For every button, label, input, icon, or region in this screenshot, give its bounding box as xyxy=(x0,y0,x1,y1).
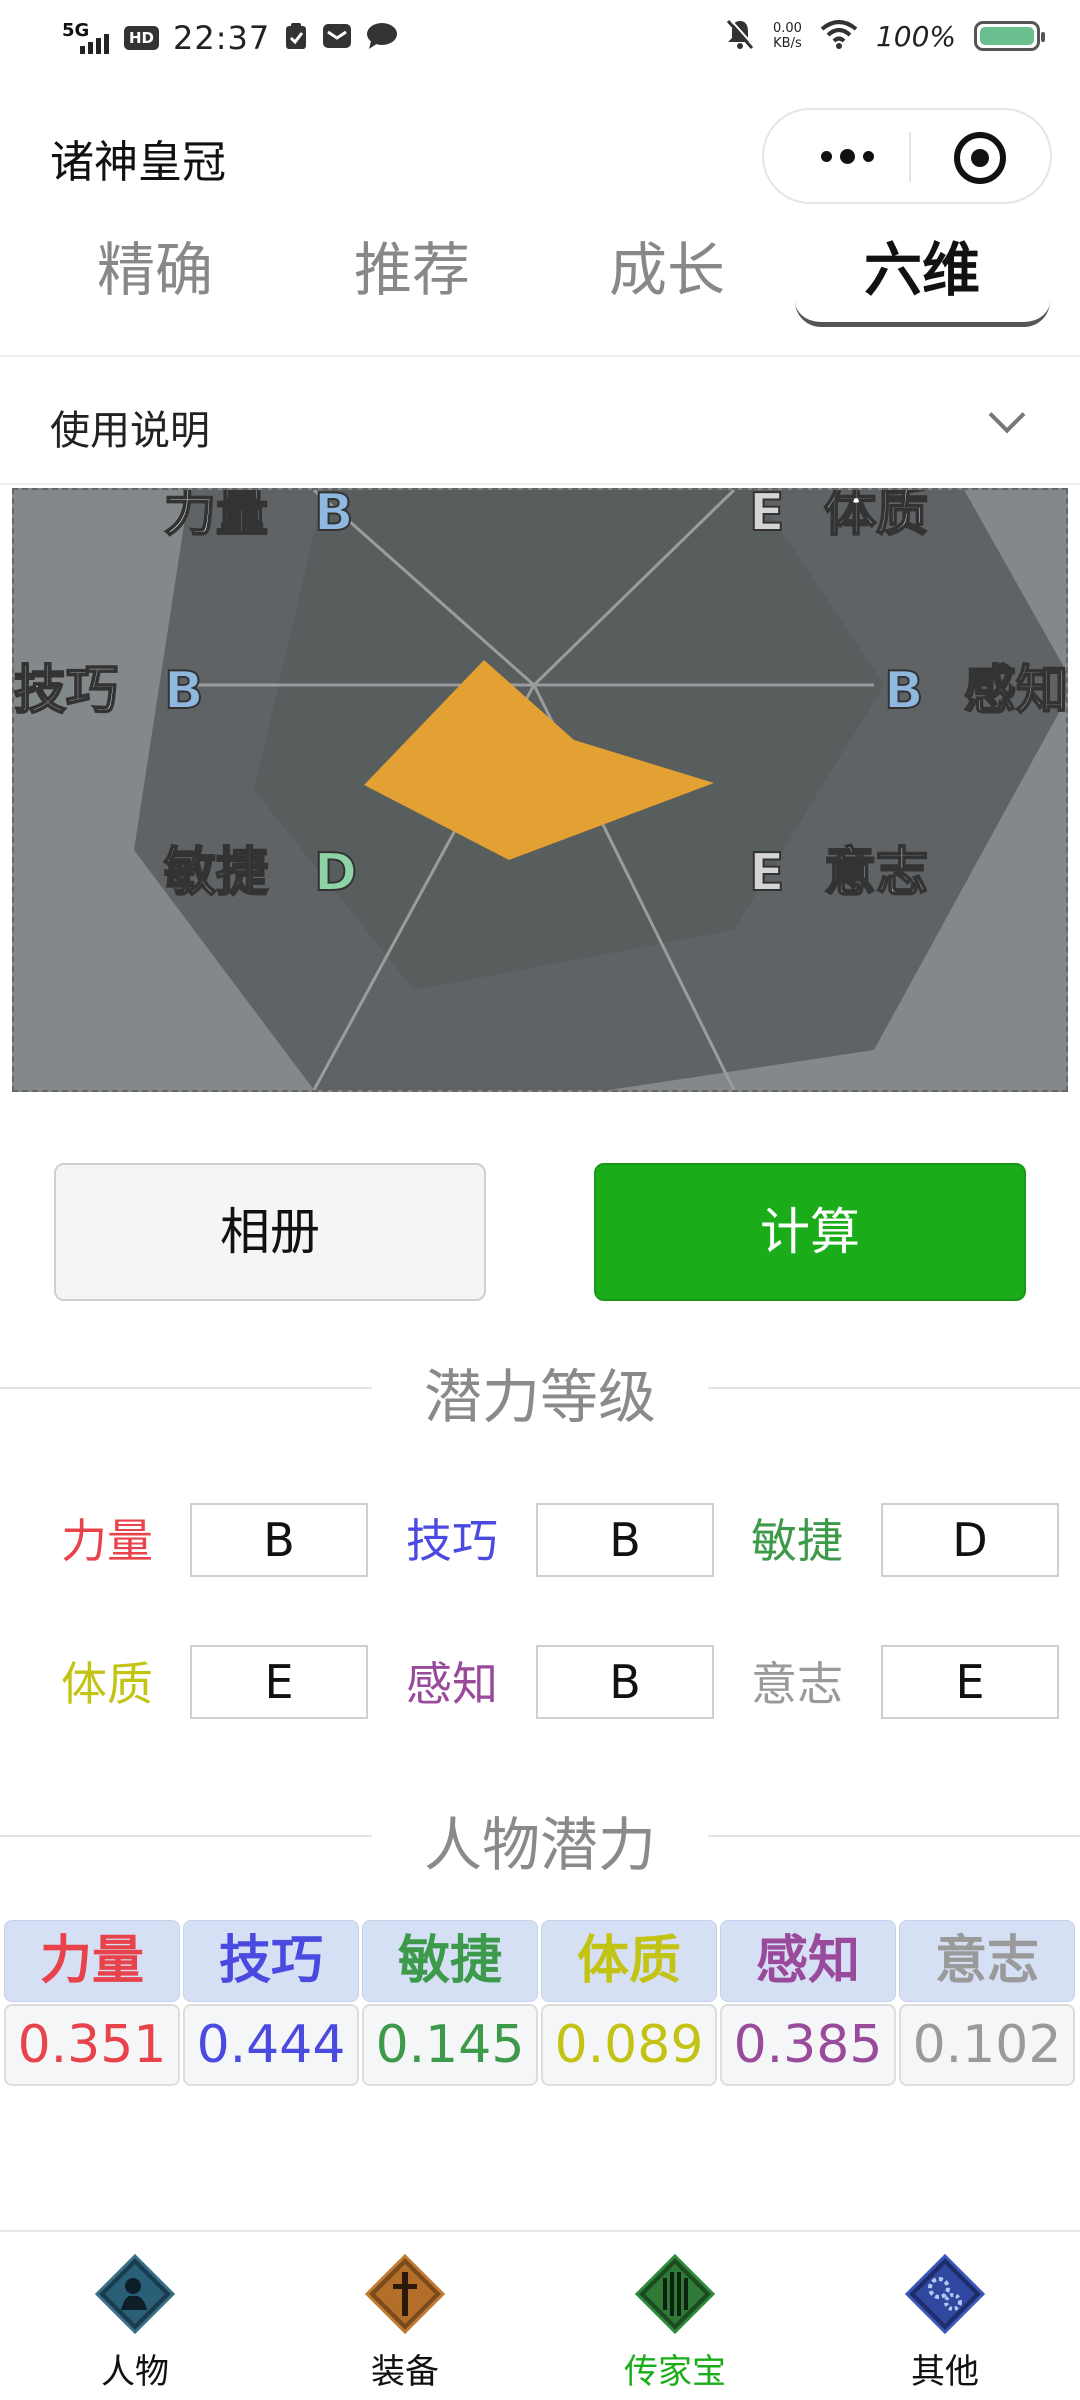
nav-item-heirloom[interactable]: 传家宝 xyxy=(575,2252,775,2393)
chat-bubble-icon xyxy=(366,22,398,54)
stat-grade-will: E xyxy=(749,843,785,903)
calculate-button[interactable]: 计算 xyxy=(594,1163,1026,1301)
character-icon xyxy=(94,2253,176,2335)
dot-icon xyxy=(839,148,855,164)
image-preview[interactable]: 力量 B E 体质 技巧 B B 感知 敏捷 D E 意志 xyxy=(12,488,1068,1092)
nav-label: 其他 xyxy=(911,2352,979,2392)
active-tab-indicator xyxy=(795,301,1050,327)
grade-label-strength: 力量 xyxy=(61,1514,153,1568)
stat-label-skill: 技巧 xyxy=(14,661,118,721)
other-gears-icon xyxy=(904,2253,986,2335)
potential-header-strength: 力量 xyxy=(4,1920,180,2002)
section-title: 人物潜力 xyxy=(423,1811,656,1879)
section-header-grades: 潜力等级 xyxy=(0,1342,1080,1432)
dot-icon xyxy=(820,150,832,162)
divider xyxy=(708,1387,1080,1389)
grade-label-will: 意志 xyxy=(751,1657,843,1711)
stat-grade-perception: B xyxy=(884,661,924,721)
nav-label: 传家宝 xyxy=(624,2352,726,2392)
grade-input-perception[interactable]: B xyxy=(536,1645,714,1719)
status-bar: 5G HD 22:37 0.00 KB/s 100% xyxy=(0,0,1080,80)
potential-value-strength: 0.351 xyxy=(4,2004,180,2086)
grade-input-skill[interactable]: B xyxy=(536,1503,714,1577)
more-options-button[interactable] xyxy=(802,110,892,202)
potential-value-will: 0.102 xyxy=(899,2004,1075,2086)
grade-input-agility[interactable]: D xyxy=(881,1503,1059,1577)
divider xyxy=(708,1835,1080,1837)
divider xyxy=(0,1835,372,1837)
hexagon-stats-image: 力量 B E 体质 技巧 B B 感知 敏捷 D E 意志 xyxy=(14,490,1066,1090)
network-speed-value: 0.00 xyxy=(772,21,802,36)
app-title: 诸神皇冠 xyxy=(50,137,226,188)
tab-bar: 精确 推荐 成长 六维 xyxy=(0,215,1080,327)
potential-header-perception: 感知 xyxy=(720,1920,896,2002)
potential-value-agility: 0.145 xyxy=(362,2004,538,2086)
nav-label: 人物 xyxy=(101,2352,169,2392)
bottom-navigation: 人物 装备 传家宝 其他 xyxy=(0,2230,1080,2400)
mute-bell-icon xyxy=(725,18,755,54)
grade-label-skill: 技巧 xyxy=(406,1514,498,1568)
cellular-signal-icon: 5G xyxy=(62,18,110,58)
potential-header-will: 意志 xyxy=(899,1920,1075,2002)
divider xyxy=(0,355,1080,357)
grade-input-will[interactable]: E xyxy=(881,1645,1059,1719)
potential-value-skill: 0.444 xyxy=(183,2004,359,2086)
hd-icon: HD xyxy=(124,26,160,50)
nav-label: 装备 xyxy=(371,2352,439,2392)
grade-input-strength[interactable]: B xyxy=(190,1503,368,1577)
potential-header-skill: 技巧 xyxy=(183,1920,359,2002)
potential-header-constitution: 体质 xyxy=(541,1920,717,2002)
clipboard-check-icon xyxy=(284,22,308,54)
stat-grade-skill: B xyxy=(164,661,204,721)
network-speed-unit: KB/s xyxy=(773,36,802,51)
capsule-menu xyxy=(762,108,1052,204)
battery-percentage: 100% xyxy=(875,19,956,53)
heirloom-icon xyxy=(634,2253,716,2335)
network-speed: 0.00 KB/s xyxy=(773,21,802,51)
mail-icon xyxy=(322,23,352,53)
close-target-icon[interactable] xyxy=(954,132,1006,184)
stat-label-will: 意志 xyxy=(824,843,928,903)
wifi-icon xyxy=(820,19,858,53)
stat-label-agility: 敏捷 xyxy=(164,843,268,903)
stat-grade-constitution: E xyxy=(749,490,785,543)
potential-header-agility: 敏捷 xyxy=(362,1920,538,2002)
instructions-label: 使用说明 xyxy=(50,408,210,454)
stat-label-perception: 感知 xyxy=(964,661,1066,721)
section-title: 潜力等级 xyxy=(423,1363,656,1431)
potential-value-constitution: 0.089 xyxy=(541,2004,717,2086)
album-button[interactable]: 相册 xyxy=(54,1163,486,1301)
grade-input-constitution[interactable]: E xyxy=(190,1645,368,1719)
nav-item-character[interactable]: 人物 xyxy=(35,2252,235,2393)
tab-growth[interactable]: 成长 xyxy=(542,225,792,315)
capsule-divider xyxy=(909,132,911,182)
tab-recommend[interactable]: 推荐 xyxy=(287,225,537,315)
dot-icon xyxy=(862,150,874,162)
stat-grade-agility: D xyxy=(314,843,357,903)
clock: 22:37 xyxy=(173,19,271,57)
divider xyxy=(0,1387,372,1389)
stat-grade-strength: B xyxy=(314,490,354,543)
grade-label-perception: 感知 xyxy=(406,1657,498,1711)
nav-item-equipment[interactable]: 装备 xyxy=(305,2252,505,2393)
nav-item-other[interactable]: 其他 xyxy=(845,2252,1045,2393)
grade-label-constitution: 体质 xyxy=(61,1657,153,1711)
section-header-potential: 人物潜力 xyxy=(0,1790,1080,1880)
instructions-dropdown[interactable]: 使用说明 xyxy=(0,360,1080,485)
app-header: 诸神皇冠 xyxy=(0,100,1080,210)
tab-precise[interactable]: 精确 xyxy=(30,225,280,315)
grade-label-agility: 敏捷 xyxy=(751,1514,843,1568)
stat-label-strength: 力量 xyxy=(164,490,268,543)
chevron-down-icon xyxy=(988,396,1026,434)
potential-value-perception: 0.385 xyxy=(720,2004,896,2086)
stat-label-constitution: 体质 xyxy=(824,490,928,543)
equipment-icon xyxy=(364,2253,446,2335)
battery-icon xyxy=(974,21,1045,51)
